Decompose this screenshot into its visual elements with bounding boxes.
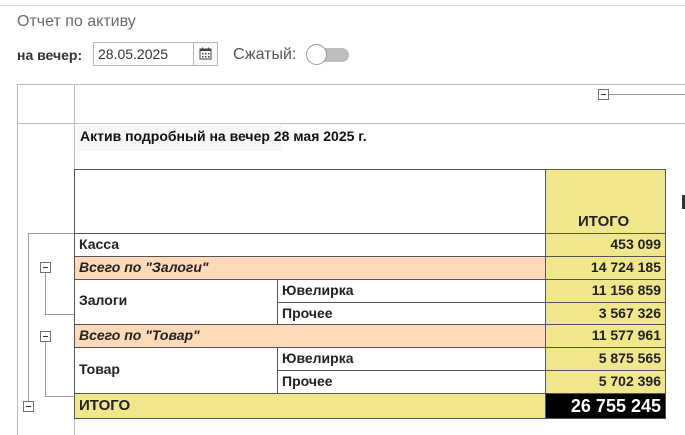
column-collapse-icon[interactable] [598, 89, 609, 100]
calendar-button[interactable] [193, 42, 218, 66]
row-tovar-other-label: Прочее [277, 370, 546, 394]
outline-line-outer [28, 233, 29, 406]
outline-line-zalogi-end [45, 314, 74, 315]
report-frame-top [17, 84, 685, 85]
compact-label: Сжатый: [233, 46, 297, 63]
row-kassa-label: Касса [74, 233, 546, 257]
toggle-knob [306, 44, 327, 65]
row-zalogi-jewelry-label: Ювелирка [277, 279, 546, 303]
outline-line-zalogi [45, 273, 46, 314]
outline-line-tovar-end [45, 396, 74, 397]
row-zalogi-total-value: 14 724 185 [545, 256, 666, 280]
total-column-header: ИТОГО [545, 169, 666, 233]
row-grand-total-value: 26 755 245 [545, 393, 666, 419]
collapse-zalogi-icon[interactable] [40, 262, 51, 273]
row-zalogi-other-label: Прочее [277, 302, 546, 325]
row-kassa-value: 453 099 [545, 233, 666, 257]
row-tovar-total-value: 11 577 961 [545, 324, 666, 348]
row-tovar-total-label: Всего по "Товар" [74, 324, 546, 348]
top-divider [0, 5, 685, 6]
outline-line-top [28, 233, 74, 234]
row-zalogi-total-label: Всего по "Залоги" [74, 256, 546, 280]
row-tovar-other-value: 5 702 396 [545, 370, 666, 394]
report-header-separator [17, 123, 685, 124]
collapse-all-icon[interactable] [23, 401, 34, 412]
report-frame-left [17, 84, 18, 435]
report-title: Актив подробный на вечер 28 мая 2025 г. [78, 125, 367, 151]
outline-line-tovar [45, 342, 46, 396]
page-title: Отчет по активу [17, 13, 136, 30]
date-label: на вечер: [17, 47, 83, 63]
compact-toggle[interactable] [306, 44, 349, 66]
row-zalogi-jewelry-value: 11 156 859 [545, 279, 666, 303]
collapse-tovar-icon[interactable] [40, 331, 51, 342]
row-tovar-label: Товар [74, 347, 278, 394]
header-empty-cell [74, 169, 546, 233]
row-tovar-jewelry-value: 5 875 565 [545, 347, 666, 371]
date-input[interactable]: 28.05.2025 [93, 42, 193, 66]
column-group-line [609, 94, 685, 95]
row-zalogi-label: Залоги [74, 279, 278, 325]
row-grand-total-label: ИТОГО [74, 393, 546, 419]
row-zalogi-other-value: 3 567 326 [545, 302, 666, 325]
calendar-icon [199, 47, 212, 60]
row-tovar-jewelry-label: Ювелирка [277, 347, 546, 371]
